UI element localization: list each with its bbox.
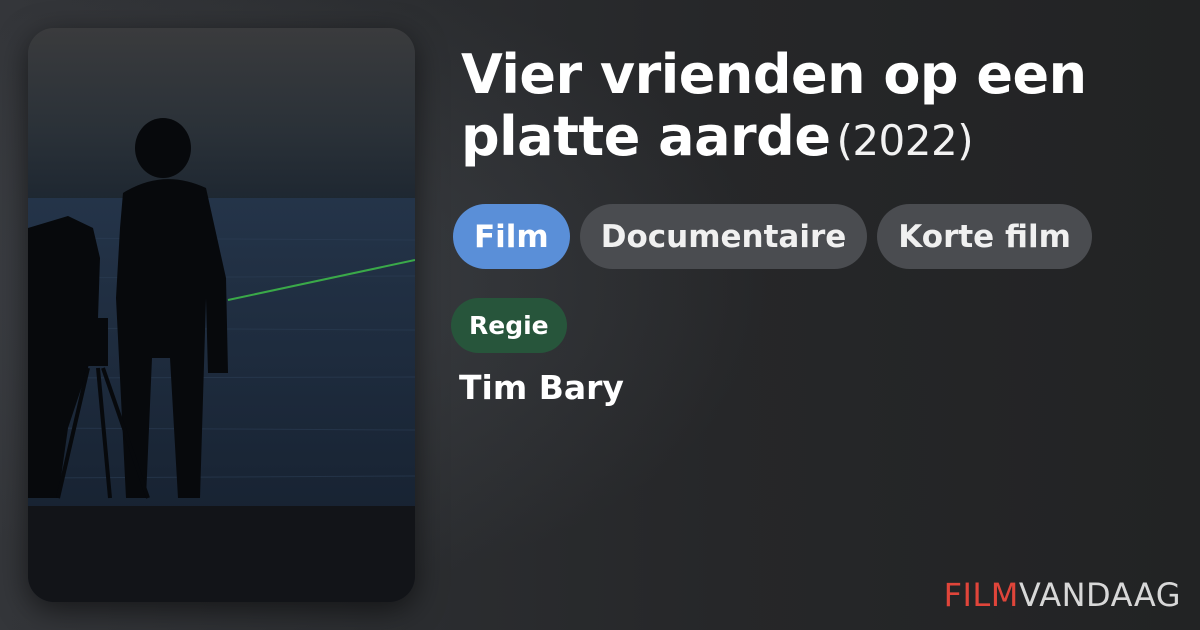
movie-info: Vier vrienden op een platte aarde (2022) [461,44,1161,172]
brand-logo-part1: FILM [943,576,1019,614]
genre-chip-documentaire[interactable]: Documentaire [579,204,868,269]
movie-poster[interactable] [28,28,415,602]
genre-chip-film[interactable]: Film [453,204,570,269]
movie-title-text: Vier vrienden op een platte aarde [461,43,1087,168]
share-card: Vier vrienden op een platte aarde (2022) … [0,0,1200,630]
role-badge: Regie [451,298,567,353]
poster-image [28,28,415,602]
genre-list: Film Documentaire Korte film [453,204,1092,269]
movie-year: (2022) [836,116,974,165]
director-name[interactable]: Tim Bary [459,368,624,407]
genre-chip-korte-film[interactable]: Korte film [877,204,1092,269]
brand-logo-part2: VANDAAG [1018,576,1181,614]
brand-logo[interactable]: FILM VANDAAG [944,576,1181,614]
movie-title[interactable]: Vier vrienden op een platte aarde (2022) [461,44,1161,172]
